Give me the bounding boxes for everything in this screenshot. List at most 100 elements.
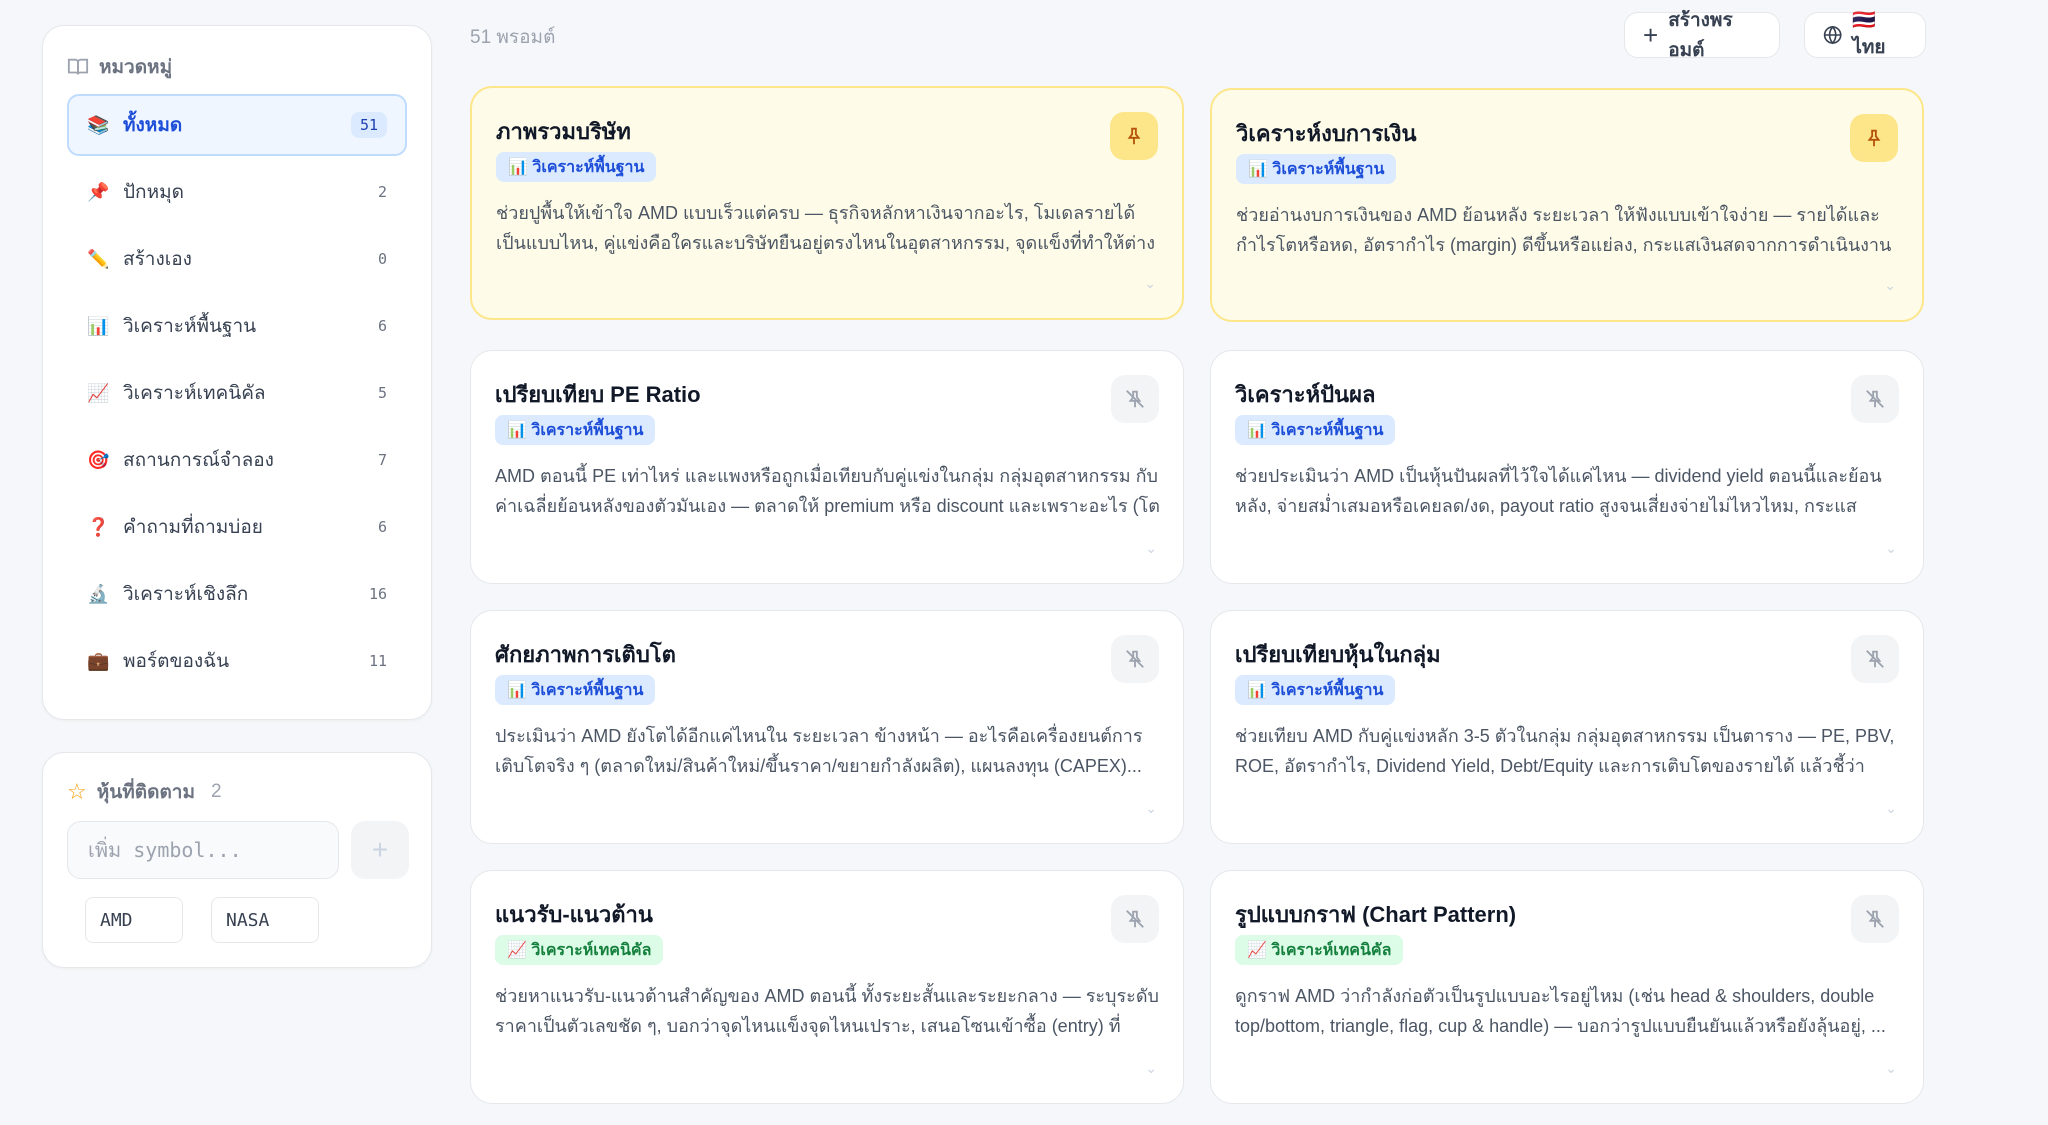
trend-chart-icon: 📈	[87, 382, 110, 403]
card-description: ช่วยประเมินว่า AMD เป็นหุ้นปันผลที่ไว้ใจ…	[1235, 466, 1882, 516]
create-prompt-button[interactable]: + สร้างพรอมต์	[1624, 10, 1780, 61]
card-title: ศักยภาพการเติบโต	[495, 642, 676, 667]
category-header: หมวดหมู่	[67, 52, 172, 82]
pushpin-icon: 📌	[87, 181, 110, 202]
category-list: 📚 ทั้งหมด 51 📌 ปักหมุด 2 ✏️ สร้างเอง 0 📊…	[67, 94, 407, 697]
category-count: 51	[350, 112, 387, 138]
category-count: 6	[377, 317, 387, 335]
chevron-down-icon[interactable]: ⌄	[1885, 1060, 1897, 1077]
chevron-down-icon[interactable]: ⌄	[1884, 277, 1896, 294]
watchlist-count: 2	[210, 781, 222, 802]
chevron-down-icon[interactable]: ⌄	[1145, 1060, 1157, 1077]
chevron-down-icon[interactable]: ⌄	[1145, 800, 1157, 817]
chevron-down-icon[interactable]: ⌄	[1885, 540, 1897, 557]
prompt-card[interactable]: วิเคราะห์งบการเงิน 📊 วิเคราะห์พื้นฐาน ช่…	[1210, 88, 1924, 322]
chevron-down-icon[interactable]: ⌄	[1145, 540, 1157, 557]
prompt-card[interactable]: แนวรับ-แนวต้าน 📈 วิเคราะห์เทคนิคัล ช่วยห…	[470, 870, 1184, 1104]
add-symbol-button[interactable]: +	[351, 821, 409, 879]
unpin-button[interactable]	[1111, 375, 1159, 423]
question-icon: ❓	[87, 516, 110, 537]
category-item-technical[interactable]: 📈 วิเคราะห์เทคนิคัล 5	[67, 362, 407, 424]
language-button[interactable]: 🇹🇭 ไทย	[1804, 10, 1926, 58]
card-tag: 📊 วิเคราะห์พื้นฐาน	[495, 415, 656, 445]
category-count: 16	[368, 585, 387, 603]
card-tag: 📊 วิเคราะห์พื้นฐาน	[1235, 415, 1396, 445]
category-item-scenario[interactable]: 🎯 สถานการณ์จำลอง 7	[67, 429, 407, 491]
pin-off-icon	[1866, 910, 1884, 928]
pin-off-icon	[1866, 390, 1884, 408]
watchlist-title: หุ้นที่ติดตาม	[96, 782, 195, 803]
category-title: หมวดหมู่	[99, 57, 173, 78]
card-description: ประเมินว่า AMD ยังโตได้อีกแค่ไหนใน ระยะเ…	[495, 726, 1143, 776]
card-tag: 📊 วิเคราะห์พื้นฐาน	[1235, 675, 1396, 705]
unpin-button[interactable]	[1851, 635, 1899, 683]
chevron-down-icon[interactable]: ⌄	[1885, 800, 1897, 817]
card-description: ช่วยหาแนวรับ-แนวต้านสำคัญของ AMD ตอนนี้ …	[495, 986, 1159, 1036]
unpin-button[interactable]	[1851, 375, 1899, 423]
category-item-deep[interactable]: 🔬 วิเคราะห์เชิงลึก 16	[67, 563, 407, 625]
globe-icon	[1823, 25, 1842, 45]
category-label: วิเคราะห์เทคนิคัล	[123, 383, 266, 404]
pin-off-icon	[1126, 650, 1144, 668]
card-tag: 📊 วิเคราะห์พื้นฐาน	[495, 675, 656, 705]
unpin-button[interactable]	[1111, 895, 1159, 943]
category-item-faq[interactable]: ❓ คำถามที่ถามบ่อย 6	[67, 496, 407, 558]
category-item-portfolio[interactable]: 💼 พอร์ตของฉัน 11	[67, 630, 407, 692]
unpin-button[interactable]	[1111, 635, 1159, 683]
prompt-card[interactable]: เปรียบเทียบหุ้นในกลุ่ม 📊 วิเคราะห์พื้นฐา…	[1210, 610, 1924, 844]
category-label: พอร์ตของฉัน	[123, 651, 230, 672]
chevron-down-icon[interactable]: ⌄	[1144, 275, 1156, 292]
card-description: ช่วยเทียบ AMD กับคู่แข่งหลัก 3-5 ตัวในกล…	[1235, 726, 1895, 776]
card-tag: 📊 วิเคราะห์พื้นฐาน	[1236, 154, 1397, 184]
card-title: เปรียบเทียบ PE Ratio	[495, 382, 701, 407]
card-tag: 📈 วิเคราะห์เทคนิคัล	[1235, 935, 1404, 965]
pin-icon	[1127, 127, 1141, 145]
card-description: ดูกราฟ AMD ว่ากำลังก่อตัวเป็นรูปแบบอะไรอ…	[1235, 986, 1886, 1036]
category-label: สร้างเอง	[123, 249, 192, 270]
card-title: ภาพรวมบริษัท	[496, 119, 631, 144]
symbol-chip[interactable]: NASA	[211, 897, 319, 943]
briefcase-icon: 💼	[87, 650, 110, 671]
category-item-custom[interactable]: ✏️ สร้างเอง 0	[67, 228, 407, 290]
watchlist-header: ☆ หุ้นที่ติดตาม 2	[67, 777, 222, 807]
prompt-count: 51 พรอมต์	[470, 27, 556, 48]
prompt-card[interactable]: รูปแบบกราฟ (Chart Pattern) 📈 วิเคราะห์เท…	[1210, 870, 1924, 1104]
microscope-icon: 🔬	[87, 583, 110, 604]
symbol-input[interactable]	[67, 821, 339, 879]
pin-off-icon	[1866, 650, 1884, 668]
category-count: 2	[377, 183, 387, 201]
create-prompt-label: สร้างพรอมต์	[1668, 10, 1733, 61]
symbol-chip[interactable]: AMD	[85, 897, 183, 943]
category-item-all[interactable]: 📚 ทั้งหมด 51	[67, 94, 407, 156]
books-icon: 📚	[87, 114, 110, 135]
unpin-button[interactable]	[1851, 895, 1899, 943]
category-panel: หมวดหมู่ 📚 ทั้งหมด 51 📌 ปักหมุด 2 ✏️ สร้…	[42, 25, 432, 720]
pin-off-icon	[1126, 390, 1144, 408]
category-count: 5	[377, 384, 387, 402]
category-label: ทั้งหมด	[123, 115, 183, 136]
category-count: 11	[368, 652, 387, 670]
prompt-card[interactable]: เปรียบเทียบ PE Ratio 📊 วิเคราะห์พื้นฐาน …	[470, 350, 1184, 584]
card-title: แนวรับ-แนวต้าน	[495, 902, 653, 927]
category-item-fundamental[interactable]: 📊 วิเคราะห์พื้นฐาน 6	[67, 295, 407, 357]
symbol-chips: AMD NASA	[85, 897, 319, 943]
card-title: เปรียบเทียบหุ้นในกลุ่ม	[1235, 642, 1441, 667]
category-label: วิเคราะห์เชิงลึก	[123, 584, 249, 605]
prompt-card[interactable]: ศักยภาพการเติบโต 📊 วิเคราะห์พื้นฐาน ประเ…	[470, 610, 1184, 844]
category-count: 0	[377, 250, 387, 268]
category-label: คำถามที่ถามบ่อย	[123, 517, 263, 538]
bar-chart-icon: 📊	[87, 315, 110, 336]
category-label: สถานการณ์จำลอง	[123, 450, 274, 471]
card-description: AMD ตอนนี้ PE เท่าไหร่ และแพงหรือถูกเมื่…	[495, 466, 1160, 516]
prompt-card[interactable]: ภาพรวมบริษัท 📊 วิเคราะห์พื้นฐาน ช่วยปูพื…	[470, 86, 1184, 320]
category-count: 6	[377, 518, 387, 536]
pin-button[interactable]	[1850, 114, 1898, 162]
prompt-card[interactable]: วิเคราะห์ปันผล 📊 วิเคราะห์พื้นฐาน ช่วยปร…	[1210, 350, 1924, 584]
pin-button[interactable]	[1110, 112, 1158, 160]
category-label: วิเคราะห์พื้นฐาน	[123, 316, 257, 337]
card-description: ช่วยปูพื้นให้เข้าใจ AMD แบบเร็วแต่ครบ — …	[496, 203, 1156, 253]
pin-icon	[1867, 129, 1881, 147]
category-item-pinned[interactable]: 📌 ปักหมุด 2	[67, 161, 407, 223]
card-title: วิเคราะห์งบการเงิน	[1236, 121, 1417, 146]
pin-off-icon	[1126, 910, 1144, 928]
